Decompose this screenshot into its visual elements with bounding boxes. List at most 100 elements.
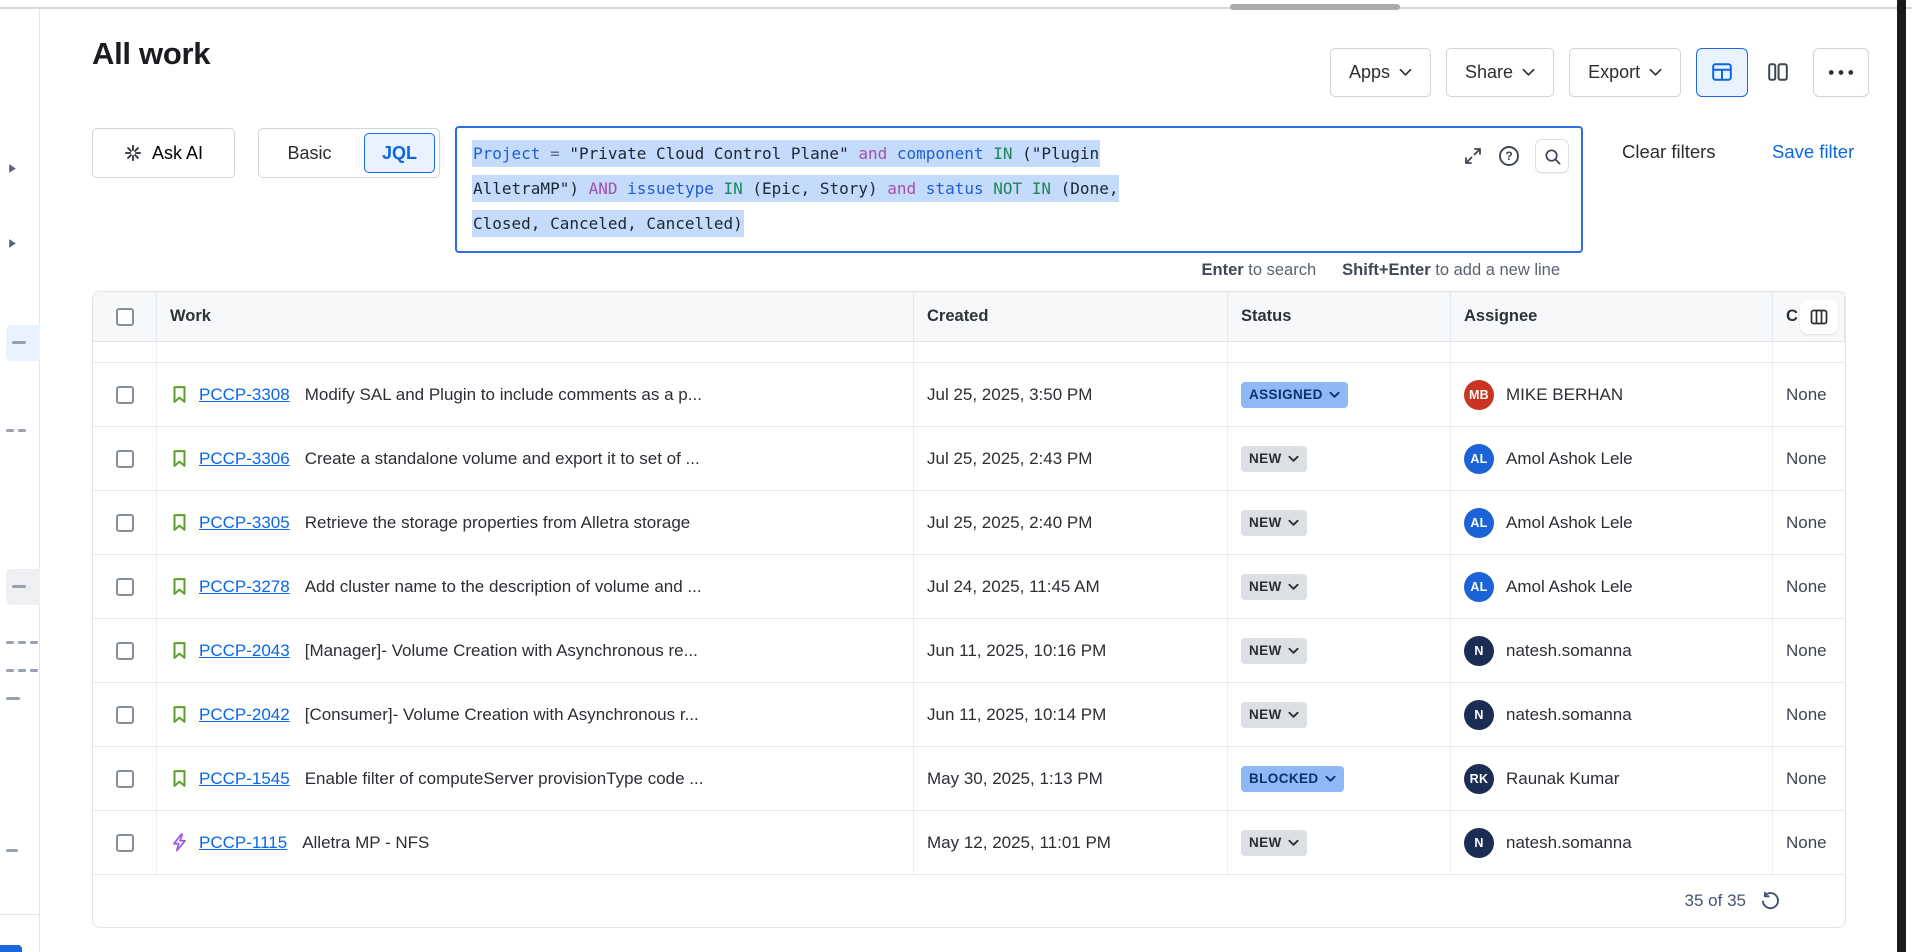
status-badge[interactable]: NEW <box>1241 574 1307 600</box>
chevron-down-icon <box>1288 711 1299 719</box>
clear-filters-button[interactable]: Clear filters <box>1622 141 1716 163</box>
issue-key-link[interactable]: PCCP-1545 <box>199 769 290 789</box>
row-checkbox[interactable] <box>116 578 134 596</box>
extra-value: None <box>1786 833 1827 853</box>
detail-view-button[interactable] <box>1758 48 1798 97</box>
row-checkbox[interactable] <box>116 642 134 660</box>
export-label: Export <box>1588 62 1640 83</box>
query-mode-switcher: Basic JQL <box>258 128 440 178</box>
issue-key-link[interactable]: PCCP-2043 <box>199 641 290 661</box>
assignee-cell: Nnatesh.somanna <box>1451 683 1773 746</box>
status-badge[interactable]: NEW <box>1241 830 1307 856</box>
jql-line: Closed, Canceled, Cancelled) <box>472 206 1461 241</box>
chevron-down-icon <box>1399 68 1412 77</box>
sidebar-item[interactable] <box>6 569 40 605</box>
expand-editor-icon[interactable] <box>1463 146 1483 166</box>
issue-key-link[interactable]: PCCP-3306 <box>199 449 290 469</box>
issue-key-link[interactable]: PCCP-1115 <box>199 833 287 853</box>
jql-query-input[interactable]: Project = "Private Cloud Control Plane" … <box>455 126 1583 253</box>
status-cell: NEW <box>1228 811 1451 874</box>
status-cell: BLOCKED <box>1228 747 1451 810</box>
status-label: BLOCKED <box>1249 771 1319 786</box>
avatar: N <box>1464 636 1494 666</box>
issue-key-link[interactable]: PCCP-3308 <box>199 385 290 405</box>
apps-button[interactable]: Apps <box>1330 48 1431 97</box>
window-top-edge <box>0 7 1912 9</box>
scrollbar-thumb[interactable] <box>1230 4 1400 10</box>
column-header-status[interactable]: Status <box>1228 292 1451 341</box>
extra-cell: None <box>1773 747 1845 810</box>
page-title: All work <box>92 36 210 72</box>
assignee-name: natesh.somanna <box>1506 705 1632 725</box>
column-settings-button[interactable] <box>1800 300 1838 334</box>
row-count: 35 of 35 <box>1685 891 1746 911</box>
ask-ai-button[interactable]: Ask AI <box>92 128 235 178</box>
epic-icon <box>170 833 189 852</box>
save-filter-button[interactable]: Save filter <box>1772 141 1854 163</box>
story-icon <box>170 577 189 596</box>
jql-token: IN <box>993 144 1012 163</box>
issue-summary: Modify SAL and Plugin to include comment… <box>305 385 702 405</box>
sidebar-bottom-button[interactable] <box>0 945 22 952</box>
row-checkbox[interactable] <box>116 834 134 852</box>
status-badge[interactable]: NEW <box>1241 702 1307 728</box>
status-badge[interactable]: NEW <box>1241 510 1307 536</box>
sidebar-item-selected[interactable] <box>6 325 40 361</box>
row-checkbox[interactable] <box>116 770 134 788</box>
share-label: Share <box>1465 62 1513 83</box>
assignee-cell: ALAmol Ashok Lele <box>1451 427 1773 490</box>
selected-text: Project = "Private Cloud Control Plane" … <box>472 140 1100 167</box>
jql-mode-tab[interactable]: JQL <box>364 133 435 173</box>
hint-enter-key: Enter <box>1202 261 1244 279</box>
list-view-button[interactable] <box>1696 48 1748 97</box>
jql-token: AlletraMP") <box>473 179 589 198</box>
table-row: PCCP-3305Retrieve the storage properties… <box>93 491 1845 555</box>
status-badge[interactable]: ASSIGNED <box>1241 382 1348 408</box>
column-header-created[interactable]: Created <box>914 292 1228 341</box>
issue-key-link[interactable]: PCCP-3278 <box>199 577 290 597</box>
run-search-button[interactable] <box>1535 139 1569 173</box>
more-actions-button[interactable] <box>1813 48 1869 97</box>
issue-summary: Add cluster name to the description of v… <box>305 577 702 597</box>
sidebar-expand-icon[interactable] <box>8 236 17 254</box>
row-select-cell <box>93 619 157 682</box>
jql-token: = <box>540 144 569 163</box>
table-row: PCCP-2042[Consumer]- Volume Creation wit… <box>93 683 1845 747</box>
row-checkbox[interactable] <box>116 386 134 404</box>
sidebar <box>0 9 40 952</box>
issue-key-link[interactable]: PCCP-3305 <box>199 513 290 533</box>
story-icon <box>170 449 189 468</box>
selected-text: AlletraMP") AND issuetype IN (Epic, Stor… <box>472 175 1119 202</box>
status-cell: NEW <box>1228 555 1451 618</box>
sidebar-expand-icon[interactable] <box>8 161 17 179</box>
share-button[interactable]: Share <box>1446 48 1554 97</box>
select-all-checkbox[interactable] <box>116 308 134 326</box>
jql-token: Closed, Canceled, Cancelled) <box>473 214 743 233</box>
refresh-button[interactable] <box>1760 891 1781 912</box>
jql-token: AND <box>589 179 618 198</box>
status-label: NEW <box>1249 707 1282 722</box>
column-header-assignee[interactable]: Assignee <box>1451 292 1773 341</box>
column-header-work[interactable]: Work <box>157 292 914 341</box>
jql-token: issuetype <box>627 179 714 198</box>
table-row: PCCP-2043[Manager]- Volume Creation with… <box>93 619 1845 683</box>
assignee-cell: MBMIKE BERHAN <box>1451 363 1773 426</box>
row-select-cell <box>93 491 157 554</box>
basic-mode-tab[interactable]: Basic <box>259 143 360 164</box>
jql-token <box>984 144 994 163</box>
table-row: PCCP-1115Alletra MP - NFSMay 12, 2025, 1… <box>93 811 1845 875</box>
jql-token: Project <box>473 144 540 163</box>
row-checkbox[interactable] <box>116 450 134 468</box>
row-checkbox[interactable] <box>116 706 134 724</box>
status-label: NEW <box>1249 515 1282 530</box>
status-badge[interactable]: NEW <box>1241 638 1307 664</box>
status-badge[interactable]: BLOCKED <box>1241 766 1344 792</box>
table-row: PCCP-3278 Add cluster name to the descrip… <box>93 555 1845 619</box>
apps-label: Apps <box>1349 62 1390 83</box>
syntax-help-icon[interactable]: ? <box>1498 145 1520 167</box>
row-checkbox[interactable] <box>116 514 134 532</box>
issue-key-link[interactable]: PCCP-2042 <box>199 705 290 725</box>
status-badge[interactable]: NEW <box>1241 446 1307 472</box>
export-button[interactable]: Export <box>1569 48 1681 97</box>
status-cell: NEW <box>1228 427 1451 490</box>
